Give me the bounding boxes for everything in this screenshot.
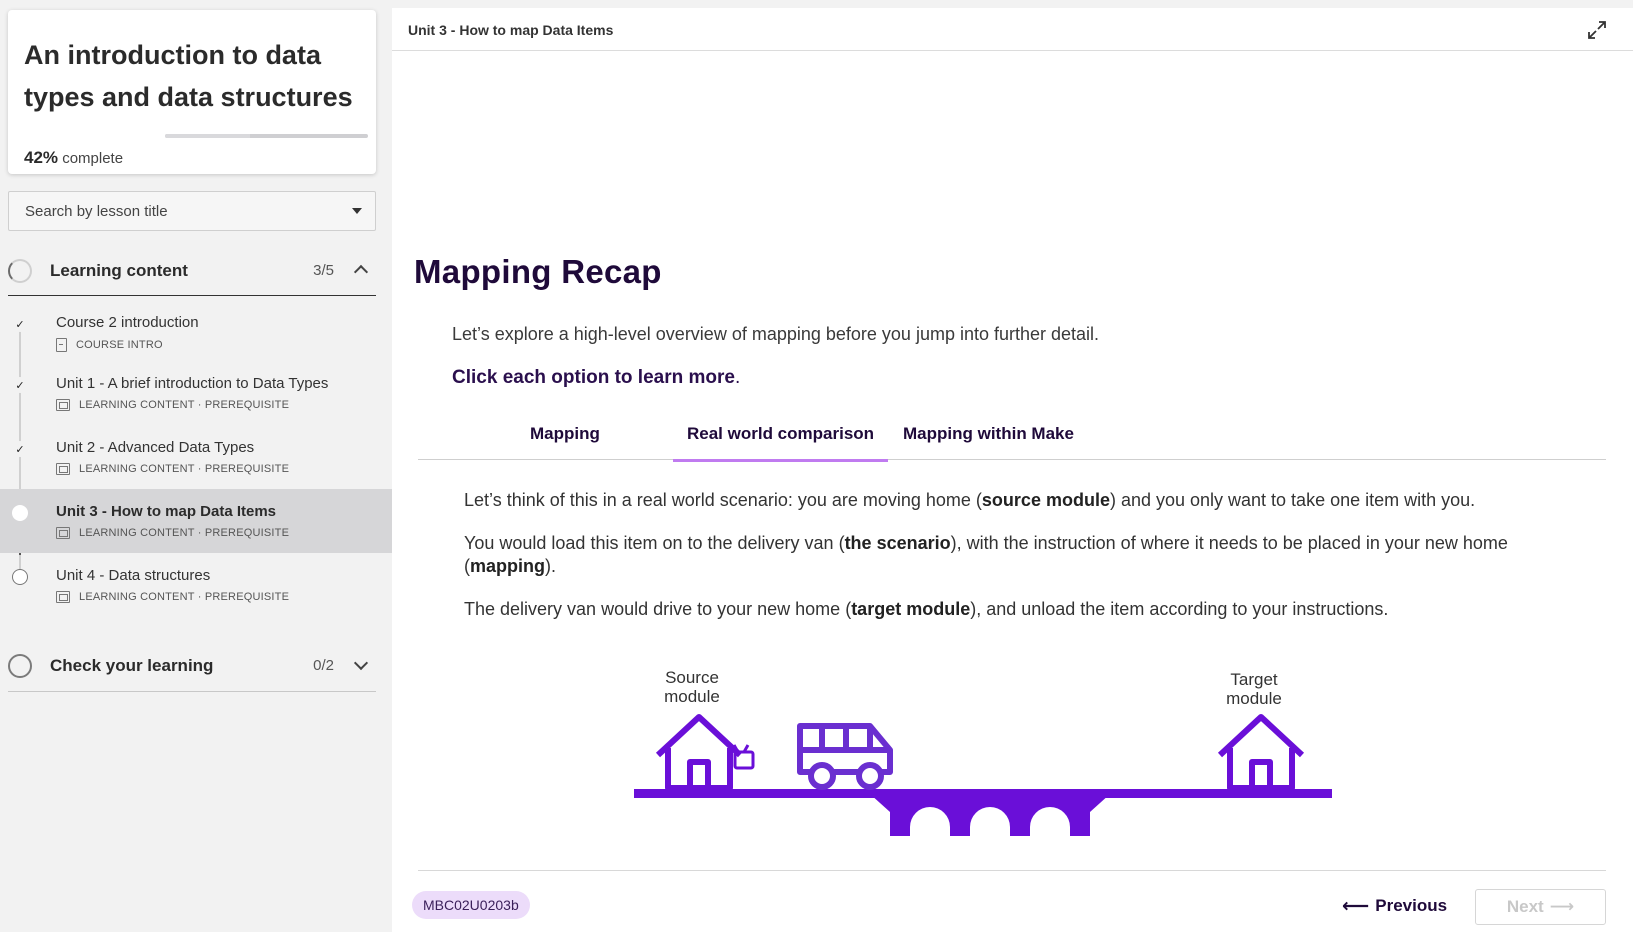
delivery-van-icon (797, 723, 893, 790)
previous-button[interactable]: ⟵ Previous (1342, 888, 1447, 924)
click-prompt: Click each option to learn more. (452, 367, 740, 389)
content-topbar: Unit 3 - How to map Data Items (392, 8, 1633, 51)
lesson-item-unit-1[interactable]: ✓ Unit 1 - A brief introduction to Data … (0, 361, 392, 425)
topbar-title: Unit 3 - How to map Data Items (408, 22, 614, 38)
bridge-icon (870, 794, 1110, 836)
progress-bar-fill (165, 134, 251, 138)
bold-text: target module (851, 599, 971, 619)
expand-icon[interactable] (1587, 20, 1607, 40)
lesson-meta-text: LEARNING CONTENT · PREREQUISITE (79, 527, 290, 539)
arrow-right-icon: ⟶ (1549, 897, 1575, 916)
lesson-title: Unit 3 - How to map Data Items (56, 503, 277, 520)
section-count: 3/5 (313, 262, 334, 279)
intro-text: Let’s explore a high-level overview of m… (452, 324, 1100, 344)
slides-icon (56, 463, 70, 475)
document-icon (56, 338, 67, 352)
lesson-item-unit-3-current[interactable]: Unit 3 - How to map Data Items LEARNING … (0, 489, 392, 553)
bold-text: mapping (470, 556, 545, 576)
progress-suffix: complete (58, 150, 124, 167)
lesson-meta: LEARNING CONTENT · PREREQUISITE (56, 399, 289, 411)
progress-text: 42% complete (24, 148, 123, 168)
check-icon: ✓ (12, 377, 28, 393)
next-button[interactable]: Next ⟶ (1475, 889, 1606, 925)
course-sidebar: An introduction to data types and data s… (0, 0, 392, 932)
caret-down-icon (352, 208, 362, 214)
empty-circle-icon (12, 569, 28, 585)
previous-label: Previous (1375, 896, 1448, 915)
chevron-down-icon[interactable] (353, 655, 369, 671)
bold-text: source module (981, 490, 1110, 510)
lesson-item-unit-2[interactable]: ✓ Unit 2 - Advanced Data Types LEARNING … (0, 425, 392, 489)
lesson-title: Course 2 introduction (56, 314, 199, 331)
course-card: An introduction to data types and data s… (8, 10, 376, 174)
lesson-meta: LEARNING CONTENT · PREREQUISITE (56, 591, 289, 603)
slides-icon (56, 527, 70, 539)
progress-value: 42% (24, 148, 59, 167)
tv-icon (732, 744, 755, 770)
paragraph-3: The delivery van would drive to your new… (464, 598, 1574, 621)
lesson-content-panel: Unit 3 - How to map Data Items Mapping R… (392, 8, 1633, 932)
slides-icon (56, 399, 70, 411)
section-check-your-learning[interactable]: Check your learning 0/2 (8, 640, 376, 692)
tab-real-world-comparison[interactable]: Real world comparison (672, 424, 889, 462)
section-progress-ring-icon (8, 258, 32, 283)
paragraph-2: You would load this item on to the deliv… (464, 532, 1574, 578)
check-icon: ✓ (12, 316, 28, 332)
chevron-up-icon[interactable] (353, 264, 369, 280)
lesson-title: Unit 2 - Advanced Data Types (56, 439, 255, 456)
lesson-meta-text: COURSE INTRO (76, 339, 163, 351)
lesson-item-course-2-introduction[interactable]: ✓ Course 2 introduction COURSE INTRO (0, 300, 392, 364)
section-progress-ring-icon (8, 653, 32, 678)
tab-mapping-within-make[interactable]: Mapping within Make (903, 424, 1074, 460)
lesson-title: Unit 1 - A brief introduction to Data Ty… (56, 375, 329, 392)
click-prompt-end: . (734, 367, 741, 388)
illustration-art (634, 714, 1332, 836)
bold-text: the scenario (844, 533, 951, 553)
source-house-icon (655, 714, 743, 791)
slides-icon (56, 591, 70, 603)
text: ). (545, 556, 556, 576)
next-label: Next (1506, 897, 1544, 916)
click-prompt-bold: Click each option to learn more (452, 367, 735, 388)
page-title: Mapping Recap (414, 253, 662, 290)
progress-bar (165, 134, 368, 138)
lesson-code-badge: MBC02U0203b (412, 891, 530, 919)
lesson-search-select[interactable]: Search by lesson title (8, 191, 376, 231)
current-lesson-dot-icon (12, 505, 28, 521)
course-title: An introduction to data types and data s… (24, 40, 353, 112)
lesson-meta: LEARNING CONTENT · PREREQUISITE (56, 463, 289, 475)
section-title: Learning content (50, 260, 188, 280)
text: You would load this item on to the deliv… (464, 533, 845, 553)
lesson-item-unit-4[interactable]: Unit 4 - Data structures LEARNING CONTEN… (0, 553, 392, 617)
lesson-meta: COURSE INTRO (56, 338, 163, 352)
footer-divider (418, 870, 1606, 871)
section-count: 0/2 (313, 657, 334, 674)
section-title: Check your learning (50, 655, 214, 675)
target-house-icon (1217, 714, 1305, 791)
text: ), and unload the item according to your… (970, 599, 1389, 619)
text: Let’s think of this in a real world scen… (464, 490, 982, 510)
lesson-search-placeholder: Search by lesson title (25, 202, 168, 220)
lesson-list: ✓ Course 2 introduction COURSE INTRO ✓ U… (0, 300, 392, 617)
arrow-left-icon: ⟵ (1342, 895, 1370, 917)
lesson-title: Unit 4 - Data structures (56, 567, 211, 584)
lesson-meta-text: LEARNING CONTENT · PREREQUISITE (79, 399, 290, 411)
check-icon: ✓ (12, 441, 28, 457)
lesson-meta-text: LEARNING CONTENT · PREREQUISITE (79, 591, 290, 603)
section-learning-content[interactable]: Learning content 3/5 (8, 246, 376, 296)
mapping-illustration: Source module Target module (632, 664, 1352, 844)
text: The delivery van would drive to your new… (464, 599, 852, 619)
text: ) and you only want to take one item wit… (1109, 490, 1476, 510)
paragraph-1: Let’s think of this in a real world scen… (464, 489, 1574, 512)
lesson-meta: LEARNING CONTENT · PREREQUISITE (56, 527, 289, 539)
tab-mapping[interactable]: Mapping (530, 424, 600, 460)
tab-bar: Mapping Real world comparison Mapping wi… (418, 416, 1606, 462)
lesson-meta-text: LEARNING CONTENT · PREREQUISITE (79, 463, 290, 475)
